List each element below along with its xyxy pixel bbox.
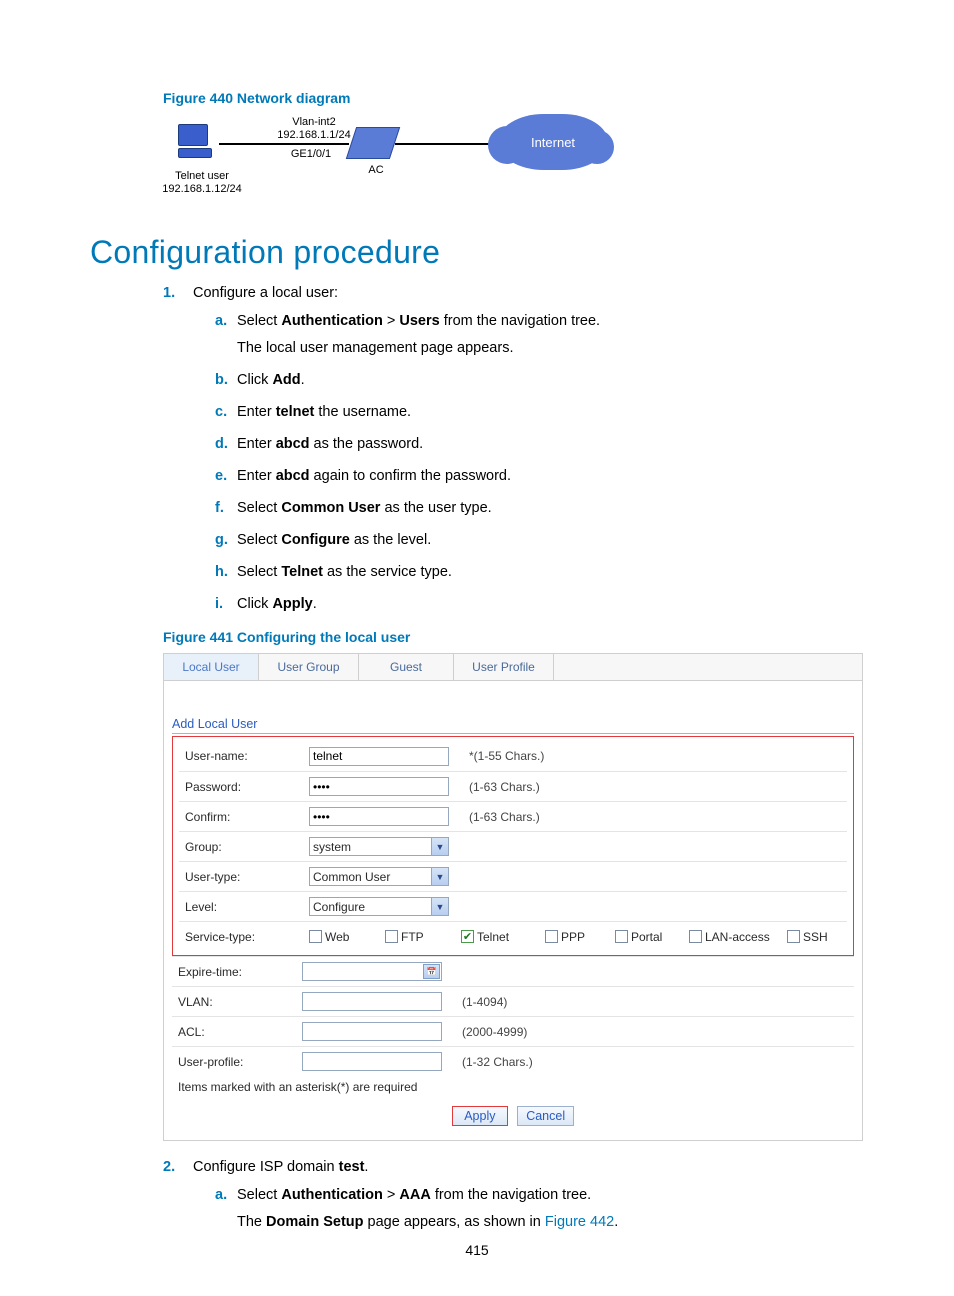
telnet-user-label: Telnet user192.168.1.12/24 xyxy=(157,170,247,195)
checkbox-ftp[interactable]: FTP xyxy=(385,930,457,944)
tab-user-group[interactable]: User Group xyxy=(259,654,359,680)
step-1c-letter: c. xyxy=(215,402,227,423)
tab-spacer xyxy=(554,654,862,680)
telnet-pc-icon xyxy=(178,124,218,164)
calendar-icon: 📅 xyxy=(423,964,440,979)
label-userprofile: User-profile: xyxy=(172,1055,302,1069)
local-user-ui: Local User User Group Guest User Profile… xyxy=(163,653,863,1141)
label-usertype: User-type: xyxy=(179,870,309,884)
input-userprofile[interactable] xyxy=(302,1052,442,1071)
figure-441-caption: Figure 441 Configuring the local user xyxy=(163,629,864,645)
select-group[interactable]: system▼ xyxy=(309,837,449,856)
checkbox-portal[interactable]: Portal xyxy=(615,930,685,944)
step-1e-text: Enter abcd again to confirm the password… xyxy=(237,468,511,484)
hint-password: (1-63 Chars.) xyxy=(459,780,540,794)
network-diagram: Telnet user192.168.1.12/24 Vlan-int2192.… xyxy=(163,114,864,214)
chevron-down-icon: ▼ xyxy=(431,898,448,915)
checkbox-telnet[interactable]: ✔Telnet xyxy=(461,930,541,944)
step-1h-letter: h. xyxy=(215,562,228,583)
step-2a-letter: a. xyxy=(215,1185,227,1206)
hint-userprofile: (1-32 Chars.) xyxy=(452,1055,533,1069)
step-1i-text: Click Apply. xyxy=(237,596,317,612)
step-2-number: 2. xyxy=(163,1159,175,1175)
checkbox-web[interactable]: Web xyxy=(309,930,381,944)
tab-local-user[interactable]: Local User xyxy=(164,654,259,680)
step-2-text: Configure ISP domain test. xyxy=(193,1159,368,1175)
hint-acl: (2000-4999) xyxy=(452,1025,527,1039)
ac-label: AC xyxy=(361,164,391,177)
highlighted-fields: User-name: *(1-55 Chars.) Password: (1-6… xyxy=(172,736,854,956)
wire-ac-cloud xyxy=(395,143,503,145)
step-1c-text: Enter telnet the username. xyxy=(237,404,411,420)
input-vlan[interactable] xyxy=(302,992,442,1011)
label-acl: ACL: xyxy=(172,1025,302,1039)
step-1f-letter: f. xyxy=(215,498,224,519)
step-1d-text: Enter abcd as the password. xyxy=(237,436,423,452)
label-username: User-name: xyxy=(179,749,309,763)
vlan-label: Vlan-int2192.168.1.1/24 xyxy=(271,116,357,141)
step-1b-text: Click Add. xyxy=(237,372,305,388)
hint-username: *(1-55 Chars.) xyxy=(459,749,544,763)
input-expire[interactable]: 📅 xyxy=(302,962,442,981)
label-expire: Expire-time: xyxy=(172,965,302,979)
chevron-down-icon: ▼ xyxy=(431,838,448,855)
step-1a-letter: a. xyxy=(215,311,227,332)
label-confirm: Confirm: xyxy=(179,810,309,824)
select-level[interactable]: Configure▼ xyxy=(309,897,449,916)
input-confirm[interactable] xyxy=(309,807,449,826)
label-level: Level: xyxy=(179,900,309,914)
ui-tabs: Local User User Group Guest User Profile xyxy=(164,654,862,681)
step-1g-text: Select Configure as the level. xyxy=(237,532,431,548)
step-1d-letter: d. xyxy=(215,434,228,455)
step-2: 2. Configure ISP domain test. a. Select … xyxy=(163,1159,864,1233)
wire-pc-ac xyxy=(219,143,349,145)
port-label: GE1/0/1 xyxy=(281,148,341,161)
input-password[interactable] xyxy=(309,777,449,796)
step-1a-text: Select Authentication > Users from the n… xyxy=(237,313,600,329)
checkbox-ssh[interactable]: SSH xyxy=(787,930,828,944)
label-service: Service-type: xyxy=(179,930,309,944)
checkbox-ppp[interactable]: PPP xyxy=(545,930,611,944)
step-1g-letter: g. xyxy=(215,530,228,551)
input-acl[interactable] xyxy=(302,1022,442,1041)
form-heading: Add Local User xyxy=(172,717,854,731)
hint-confirm: (1-63 Chars.) xyxy=(459,810,540,824)
step-1: 1. Configure a local user: a. Select Aut… xyxy=(163,285,864,615)
input-username[interactable] xyxy=(309,747,449,766)
label-group: Group: xyxy=(179,840,309,854)
internet-cloud-icon: Internet xyxy=(498,114,608,170)
tab-user-profile[interactable]: User Profile xyxy=(454,654,554,680)
checkbox-lan-access[interactable]: LAN-access xyxy=(689,930,783,944)
label-vlan: VLAN: xyxy=(172,995,302,1009)
step-1-number: 1. xyxy=(163,285,175,301)
label-password: Password: xyxy=(179,780,309,794)
step-1a-extra: The local user management page appears. xyxy=(237,338,864,359)
ac-device-icon xyxy=(346,127,400,159)
cancel-button[interactable]: Cancel xyxy=(517,1106,574,1126)
step-1-text: Configure a local user: xyxy=(193,285,338,301)
required-note: Items marked with an asterisk(*) are req… xyxy=(172,1076,854,1100)
chevron-down-icon: ▼ xyxy=(431,868,448,885)
step-2a-extra: The Domain Setup page appears, as shown … xyxy=(237,1212,864,1233)
tab-guest[interactable]: Guest xyxy=(359,654,454,680)
figure-442-link[interactable]: Figure 442 xyxy=(545,1214,614,1230)
section-heading: Configuration procedure xyxy=(90,234,864,271)
step-1e-letter: e. xyxy=(215,466,227,487)
hint-vlan: (1-4094) xyxy=(452,995,507,1009)
step-2a-text: Select Authentication > AAA from the nav… xyxy=(237,1187,591,1203)
step-1b-letter: b. xyxy=(215,370,228,391)
step-1f-text: Select Common User as the user type. xyxy=(237,500,492,516)
step-1h-text: Select Telnet as the service type. xyxy=(237,564,452,580)
page-number: 415 xyxy=(0,1242,954,1258)
figure-440-caption: Figure 440 Network diagram xyxy=(163,90,864,106)
apply-button[interactable]: Apply xyxy=(452,1106,508,1126)
step-1i-letter: i. xyxy=(215,594,223,615)
select-usertype[interactable]: Common User▼ xyxy=(309,867,449,886)
form-divider xyxy=(172,733,854,734)
